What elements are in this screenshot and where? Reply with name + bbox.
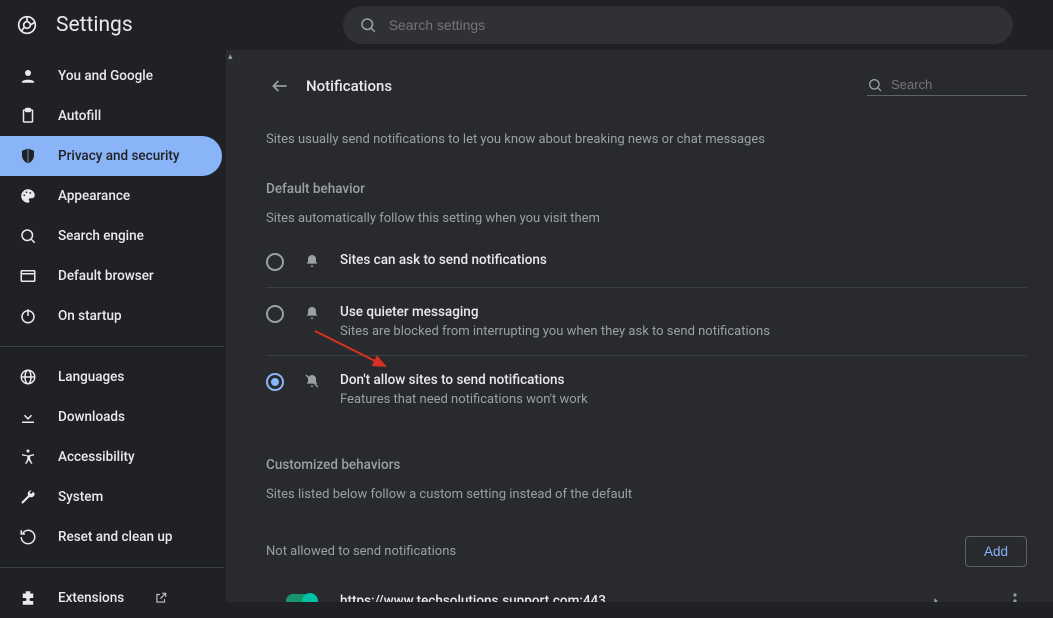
site-url: https://www.techsolutions.support.com:44… (340, 593, 606, 602)
person-icon (18, 66, 38, 86)
more-actions-button[interactable] (1003, 587, 1027, 602)
site-favicon-icon (286, 594, 318, 602)
wrench-icon (18, 487, 38, 507)
custom-behaviors-sub: Sites listed below follow a custom setti… (266, 487, 1027, 502)
restore-icon (18, 527, 38, 547)
sidebar-item-privacy-security[interactable]: Privacy and security (0, 136, 222, 176)
not-allowed-label: Not allowed to send notifications (266, 544, 456, 559)
sidebar-item-label: Autofill (58, 108, 101, 124)
palette-icon (18, 186, 38, 206)
sidebar-scrollbar[interactable] (226, 50, 240, 602)
sidebar-item-reset[interactable]: Reset and clean up (0, 517, 222, 557)
sidebar-item-accessibility[interactable]: Accessibility (0, 437, 222, 477)
sidebar-item-label: Appearance (58, 188, 130, 204)
bell-off-icon (302, 373, 322, 389)
sidebar-item-autofill[interactable]: Autofill (0, 96, 222, 136)
option-block[interactable]: Don't allow sites to send notifications … (266, 356, 1027, 423)
sidebar-item-label: You and Google (58, 68, 153, 84)
sidebar-item-label: Downloads (58, 409, 125, 425)
sidebar-item-system[interactable]: System (0, 477, 222, 517)
default-behavior-sub: Sites automatically follow this setting … (266, 211, 1027, 226)
option-sub: Sites are blocked from interrupting you … (340, 324, 770, 339)
bell-icon (302, 305, 322, 321)
page-search-input[interactable] (891, 77, 1053, 92)
custom-behaviors-title: Customized behaviors (266, 457, 1027, 473)
global-search[interactable] (343, 6, 1013, 44)
browser-icon (18, 266, 38, 286)
default-behavior-title: Default behavior (266, 181, 1027, 197)
shield-icon (18, 146, 38, 166)
sidebar-divider (0, 346, 224, 347)
search-icon (867, 77, 883, 93)
chrome-logo-icon (16, 14, 38, 36)
option-quieter[interactable]: Use quieter messaging Sites are blocked … (266, 288, 1027, 356)
sidebar-item-label: On startup (58, 308, 122, 324)
radio-button[interactable] (266, 305, 284, 323)
option-sub: Features that need notifications won't w… (340, 392, 588, 407)
back-button[interactable] (266, 72, 294, 100)
sidebar-item-label: Privacy and security (58, 148, 180, 164)
download-icon (18, 407, 38, 427)
sidebar-item-downloads[interactable]: Downloads (0, 397, 222, 437)
search-icon (359, 16, 377, 34)
sidebar-item-label: Languages (58, 369, 124, 385)
sidebar-item-you-and-google[interactable]: You and Google (0, 56, 222, 96)
accessibility-icon (18, 447, 38, 467)
sidebar: You and Google Autofill Privacy and secu… (0, 50, 240, 602)
radio-button[interactable] (266, 253, 284, 271)
power-icon (18, 306, 38, 326)
search-icon (18, 226, 38, 246)
sidebar-item-appearance[interactable]: Appearance (0, 176, 222, 216)
option-title: Use quieter messaging (340, 304, 770, 320)
sidebar-item-label: Default browser (58, 268, 154, 284)
intro-text: Sites usually send notifications to let … (266, 132, 1027, 147)
main-panel: Notifications Sites usually send notific… (240, 50, 1053, 602)
sidebar-item-label: Accessibility (58, 449, 135, 465)
open-in-new-icon (154, 591, 168, 605)
sidebar-item-label: Reset and clean up (58, 529, 172, 545)
sidebar-item-on-startup[interactable]: On startup (0, 296, 222, 336)
option-title: Sites can ask to send notifications (340, 252, 547, 268)
chevron-right-icon[interactable] (925, 590, 947, 602)
global-search-input[interactable] (389, 17, 997, 33)
blocked-site-row[interactable]: https://www.techsolutions.support.com:44… (266, 573, 1027, 602)
clipboard-icon (18, 106, 38, 126)
sidebar-item-search-engine[interactable]: Search engine (0, 216, 222, 256)
sidebar-item-languages[interactable]: Languages (0, 357, 222, 397)
sidebar-item-extensions[interactable]: Extensions (0, 578, 222, 618)
app-title: Settings (56, 13, 133, 37)
extension-icon (18, 588, 38, 608)
sidebar-item-label: Search engine (58, 228, 144, 244)
page-search[interactable] (867, 77, 1027, 96)
sidebar-item-label: Extensions (58, 590, 124, 606)
add-button[interactable]: Add (965, 536, 1027, 567)
radio-button-selected[interactable] (266, 373, 284, 391)
bell-icon (302, 253, 322, 269)
page-title: Notifications (306, 77, 392, 95)
option-title: Don't allow sites to send notifications (340, 372, 588, 388)
sidebar-item-default-browser[interactable]: Default browser (0, 256, 222, 296)
option-ask[interactable]: Sites can ask to send notifications (266, 236, 1027, 288)
sidebar-divider (0, 567, 224, 568)
sidebar-item-label: System (58, 489, 103, 505)
globe-icon (18, 367, 38, 387)
